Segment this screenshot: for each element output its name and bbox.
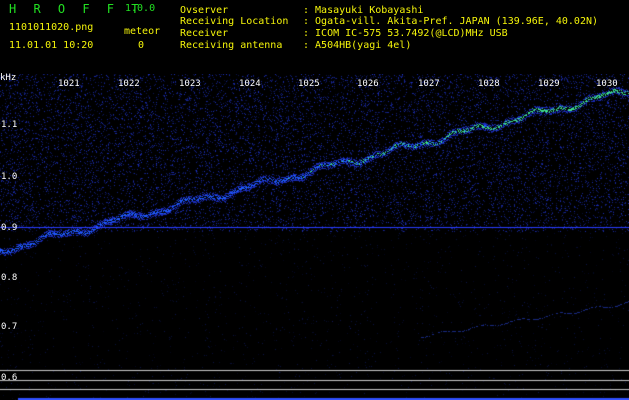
hroffft-window: H R O F F T 1.0.0 1101011020.png meteor … <box>0 0 629 400</box>
x-tick: 1023 <box>179 79 201 89</box>
y-tick: 0.7 <box>1 322 18 332</box>
unit-label: kHz <box>0 73 17 83</box>
spectrogram-canvas <box>0 74 629 400</box>
y-tick: 0.6 <box>1 373 18 383</box>
x-tick: 1030 <box>596 79 618 89</box>
x-tick: 1026 <box>357 79 379 89</box>
meteor-label: meteor <box>124 26 161 37</box>
location-label: Receiving Location <box>180 16 289 27</box>
x-tick: 1029 <box>538 79 560 89</box>
y-tick: 1.0 <box>1 172 18 182</box>
app-title: H R O F F T <box>9 2 144 16</box>
y-tick: 0.9 <box>1 223 18 233</box>
file-name: 1101011020.png <box>9 22 94 33</box>
x-tick: 1021 <box>58 79 80 89</box>
antenna-label: Receiving antenna <box>180 40 283 51</box>
location-value: : Ogata-vill. Akita-Pref. JAPAN (139.96E… <box>303 16 599 27</box>
y-tick: 0.8 <box>1 273 18 283</box>
x-tick: 1025 <box>298 79 320 89</box>
antenna-value: : A504HB(yagi 4el) <box>303 40 412 51</box>
receiver-value: : ICOM IC-575 53.7492(@LCD)MHz USB <box>303 28 508 39</box>
observer-label: Ovserver <box>180 5 229 16</box>
x-tick: 1024 <box>239 79 261 89</box>
x-tick: 1022 <box>118 79 140 89</box>
x-tick: 1027 <box>418 79 440 89</box>
meteor-count: 0 <box>138 40 145 51</box>
timestamp: 11.01.01 10:20 <box>9 40 94 51</box>
version-label: 1.0.0 <box>125 3 156 14</box>
y-tick: 1.1 <box>1 120 18 130</box>
x-tick: 1028 <box>478 79 500 89</box>
observer-value: : Masayuki Kobayashi <box>303 5 424 16</box>
receiver-label: Receiver <box>180 28 229 39</box>
